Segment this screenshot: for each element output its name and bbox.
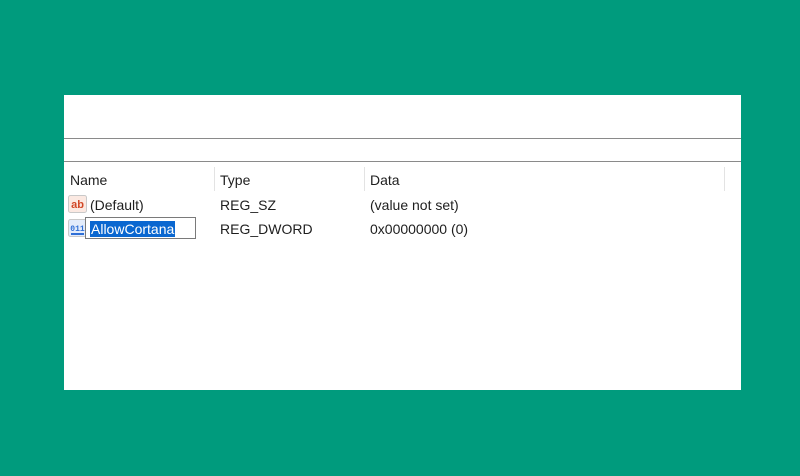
svg-text:011: 011 — [70, 225, 85, 234]
rename-input[interactable]: AllowCortana — [85, 217, 196, 239]
value-type: REG_DWORD — [220, 221, 313, 237]
column-header-data[interactable]: Data — [364, 167, 724, 191]
registry-value-pane: Name Type Data ab (Default) REG_SZ (valu… — [64, 95, 741, 390]
string-value-icon: ab — [68, 195, 87, 213]
column-resize-handle[interactable] — [724, 167, 725, 191]
value-type: REG_SZ — [220, 197, 277, 213]
column-header-type[interactable]: Type — [214, 167, 364, 191]
svg-text:ab: ab — [71, 199, 84, 211]
divider — [64, 161, 741, 162]
list-header: Name Type Data — [64, 167, 741, 191]
column-header-name[interactable]: Name — [64, 167, 214, 191]
value-data: (value not set) — [370, 197, 459, 213]
address-bar-area — [64, 95, 741, 138]
value-data: 0x00000000 (0) — [370, 221, 469, 237]
registry-value-row[interactable]: 011 AllowCortana REG_DWORD 0x00000000 (0… — [64, 217, 741, 241]
toolbar-area — [64, 139, 741, 161]
registry-value-row[interactable]: ab (Default) REG_SZ (value not set) — [64, 193, 741, 217]
value-name: (Default) — [90, 197, 144, 213]
rename-input-text[interactable]: AllowCortana — [90, 221, 176, 237]
